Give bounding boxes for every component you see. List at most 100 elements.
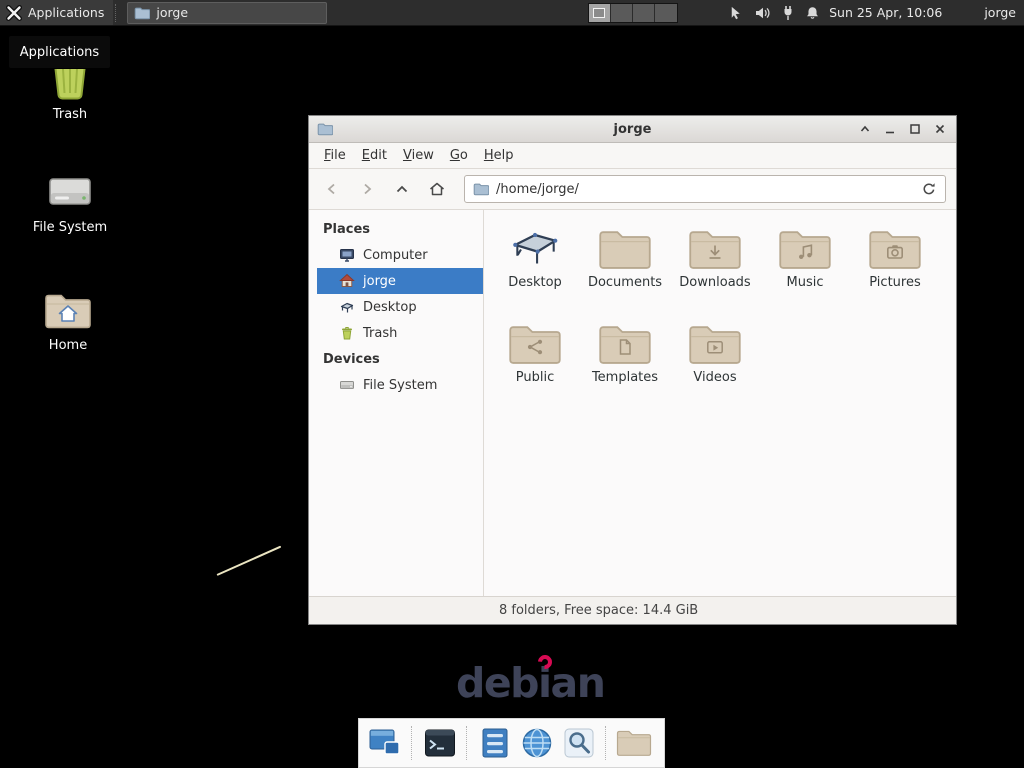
desktop-icon-label: Home: [49, 338, 87, 353]
sidebar-item-label: File System: [363, 378, 437, 393]
menu-help[interactable]: Help: [476, 144, 522, 167]
globe-icon: [520, 726, 554, 760]
desktop-icon-file-system[interactable]: File System: [18, 171, 122, 235]
system-tray: [728, 5, 820, 21]
file-item-pictures[interactable]: Pictures: [850, 227, 940, 322]
desktop-icon: [339, 299, 355, 315]
sidebar-item-file-system[interactable]: File System: [317, 372, 483, 398]
maximize-button[interactable]: [907, 121, 923, 137]
panel-username[interactable]: jorge: [984, 5, 1016, 20]
top-panel: Applications jorge: [0, 0, 1024, 26]
debian-logo-text: debian: [456, 659, 604, 707]
menu-view[interactable]: View: [395, 144, 442, 167]
file-grid: Desktop Documents Downloads: [484, 210, 956, 596]
power-plug-icon[interactable]: [782, 5, 794, 21]
folder-icon: [616, 728, 652, 758]
file-item-videos[interactable]: Videos: [670, 322, 760, 417]
home-button[interactable]: [424, 176, 450, 202]
file-item-downloads[interactable]: Downloads: [670, 227, 760, 322]
window-folder-icon: [317, 121, 333, 137]
magnifier-icon: [562, 726, 596, 760]
desktop-icon-home[interactable]: Home: [16, 291, 120, 353]
volume-icon[interactable]: [754, 5, 771, 21]
menu-file[interactable]: File: [316, 144, 354, 167]
file-item-label: Music: [787, 275, 824, 290]
file-item-templates[interactable]: Templates: [580, 322, 670, 417]
forward-button[interactable]: [354, 176, 380, 202]
desktop-artifact-line: [217, 546, 282, 577]
applications-menu-button[interactable]: Applications: [0, 0, 113, 25]
statusbar-text: 8 folders, Free space: 14.4 GiB: [499, 603, 698, 618]
applications-tooltip: Applications: [8, 35, 111, 69]
file-item-documents[interactable]: Documents: [580, 227, 670, 322]
workspace-1[interactable]: [589, 4, 611, 22]
window-titlebar[interactable]: jorge: [309, 116, 956, 143]
menu-edit[interactable]: Edit: [354, 144, 395, 167]
sidebar: Places Computer jorge: [317, 210, 484, 596]
folder-icon: [598, 227, 652, 272]
location-folder-icon: [473, 181, 489, 197]
computer-icon: [339, 247, 355, 263]
menu-go[interactable]: Go: [442, 144, 476, 167]
home-folder-icon: [44, 291, 92, 331]
taskbar-window-label: jorge: [156, 5, 188, 20]
toolbar: /home/jorge/: [309, 169, 956, 210]
desktop-windows-icon: [368, 726, 402, 760]
window-content: Places Computer jorge: [309, 210, 956, 596]
dock-app-finder-button[interactable]: [561, 725, 597, 761]
desktop-icon-label: Trash: [53, 107, 87, 122]
back-button[interactable]: [319, 176, 345, 202]
dock-folder-button[interactable]: [616, 725, 652, 761]
file-item-music[interactable]: Music: [760, 227, 850, 322]
share-icon: [525, 337, 545, 357]
location-bar[interactable]: /home/jorge/: [464, 175, 946, 203]
sidebar-item-label: jorge: [363, 274, 396, 289]
workspace-2[interactable]: [611, 4, 633, 22]
up-button[interactable]: [389, 176, 415, 202]
taskbar-window-button[interactable]: jorge: [127, 2, 327, 24]
folder-icon: [134, 5, 150, 21]
sidebar-item-trash[interactable]: Trash: [317, 320, 483, 346]
drive-icon: [339, 377, 355, 393]
workspace-4[interactable]: [655, 4, 677, 22]
terminal-icon: [423, 726, 457, 760]
location-path[interactable]: /home/jorge/: [496, 182, 579, 197]
statusbar: 8 folders, Free space: 14.4 GiB: [309, 596, 956, 624]
file-manager-window: jorge File Edit View Go Help: [308, 115, 957, 625]
dock-terminal-button[interactable]: [422, 725, 458, 761]
desk-icon: [508, 227, 562, 271]
pointer-device-icon[interactable]: [728, 5, 743, 21]
camera-icon: [885, 242, 905, 262]
sidebar-places-header: Places: [317, 216, 483, 242]
dock-file-manager-button[interactable]: [477, 725, 513, 761]
dock-web-browser-button[interactable]: [519, 725, 555, 761]
file-item-label: Downloads: [679, 275, 750, 290]
panel-clock[interactable]: Sun 25 Apr, 10:06: [829, 5, 942, 20]
notification-bell-icon[interactable]: [805, 5, 820, 21]
sidebar-item-jorge[interactable]: jorge: [317, 268, 483, 294]
reload-button[interactable]: [921, 181, 937, 197]
dock-separator: [466, 726, 469, 760]
sidebar-item-desktop[interactable]: Desktop: [317, 294, 483, 320]
file-item-desktop[interactable]: Desktop: [490, 227, 580, 322]
sidebar-devices-header: Devices: [317, 346, 483, 372]
drive-icon: [47, 171, 93, 213]
dock-show-desktop-button[interactable]: [367, 725, 403, 761]
shade-button[interactable]: [857, 121, 873, 137]
dock-separator: [605, 726, 608, 760]
panel-grip[interactable]: [115, 4, 122, 22]
desktop: Applications jorge: [0, 0, 1024, 768]
file-item-public[interactable]: Public: [490, 322, 580, 417]
applications-menu-label: Applications: [28, 5, 104, 20]
workspace-window-miniature: [593, 8, 605, 18]
workspace-3[interactable]: [633, 4, 655, 22]
file-cabinet-icon: [478, 726, 512, 760]
window-controls: [857, 121, 948, 137]
sidebar-item-computer[interactable]: Computer: [317, 242, 483, 268]
minimize-button[interactable]: [882, 121, 898, 137]
close-button[interactable]: [932, 121, 948, 137]
file-item-label: Templates: [592, 370, 658, 385]
debian-logo: debian: [456, 659, 604, 707]
workspace-switcher[interactable]: [588, 3, 678, 23]
menubar: File Edit View Go Help: [309, 143, 956, 169]
